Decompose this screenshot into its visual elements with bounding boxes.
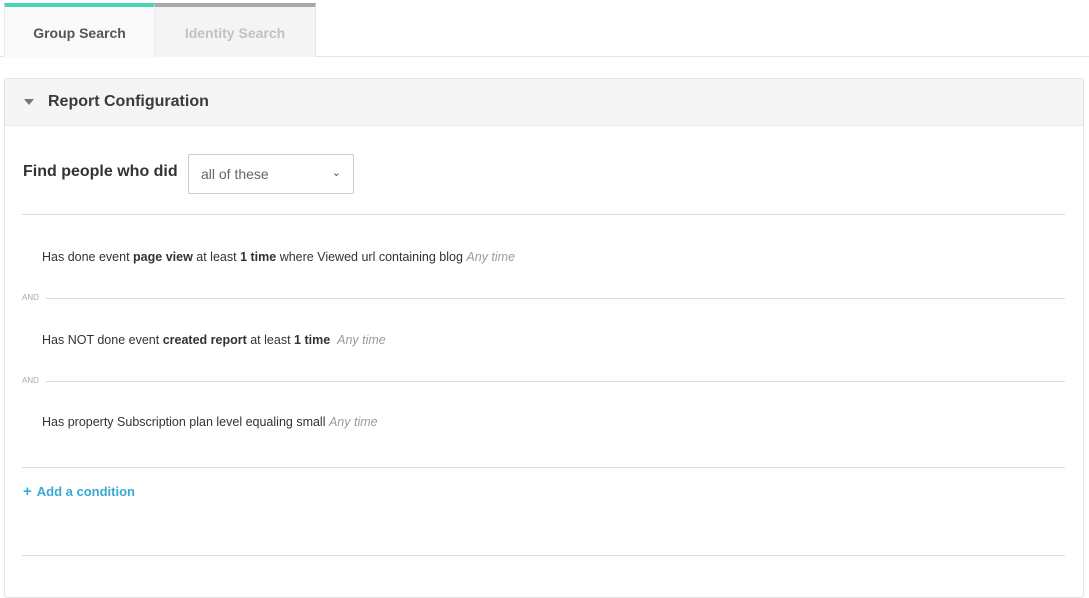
chevron-down-icon: ⌄ (331, 167, 341, 179)
divider (22, 555, 1065, 556)
connector-line (46, 381, 1065, 382)
find-label: Find people who did (23, 163, 178, 180)
caret-down-icon[interactable] (24, 99, 34, 105)
and-label: AND (22, 376, 39, 385)
and-connector: AND (22, 293, 1065, 305)
condition-row[interactable]: Has property Subscription plan level equ… (42, 415, 378, 429)
condition-row[interactable]: Has done event page view at least 1 time… (42, 250, 515, 264)
report-configuration-panel: Report Configuration Find people who did… (4, 78, 1084, 598)
divider (22, 467, 1065, 468)
condition-time: Any time (466, 250, 516, 264)
and-label: AND (22, 293, 39, 302)
condition-row[interactable]: Has NOT done event created report at lea… (42, 333, 386, 347)
tab-identity-search[interactable]: Identity Search (155, 3, 316, 57)
add-condition-button[interactable]: + Add a condition (23, 484, 135, 499)
tab-group-search[interactable]: Group Search (4, 3, 155, 58)
tab-bar: Group Search Identity Search (0, 0, 1089, 58)
condition-time: Any time (337, 333, 386, 347)
condition-event: created report (162, 333, 247, 347)
connector-line (46, 298, 1065, 299)
panel-title: Report Configuration (48, 93, 209, 110)
condition-count: 1 time (294, 333, 331, 347)
and-connector: AND (22, 376, 1065, 388)
panel-header[interactable]: Report Configuration (5, 79, 1083, 126)
add-condition-label: Add a condition (36, 484, 135, 499)
plus-icon: + (23, 483, 32, 500)
condition-event: page view (133, 250, 193, 264)
select-value: all of these (201, 166, 269, 182)
condition-time: Any time (328, 415, 378, 429)
divider (22, 214, 1065, 215)
condition-count: 1 time (240, 250, 277, 264)
match-type-select[interactable]: all of these ⌄ (188, 154, 354, 194)
